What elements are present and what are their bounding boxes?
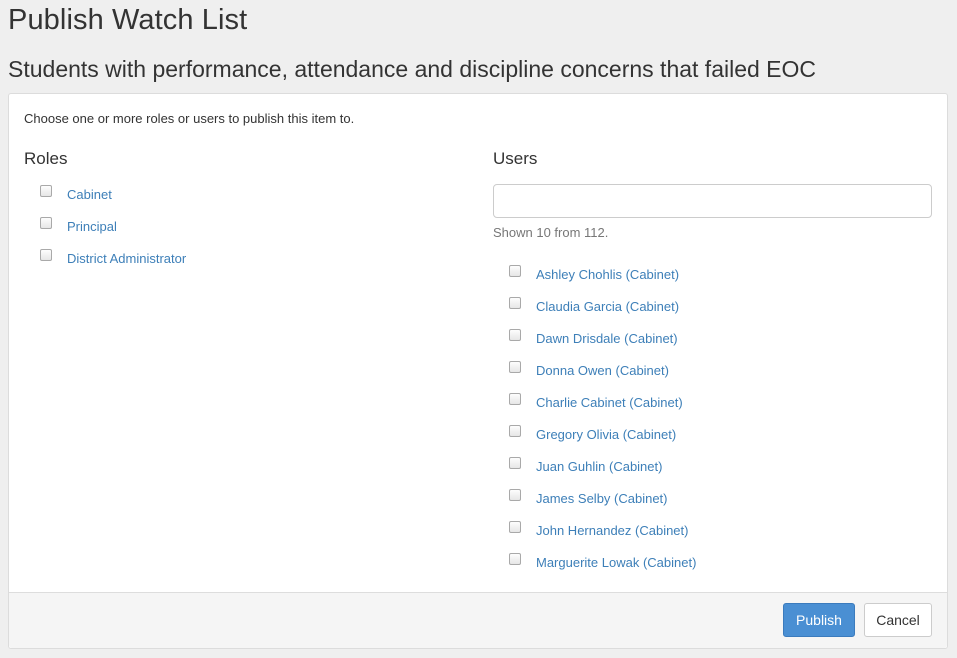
user-label[interactable]: Juan Guhlin (Cabinet): [536, 459, 662, 474]
user-label[interactable]: Marguerite Lowak (Cabinet): [536, 555, 696, 570]
user-item[interactable]: Claudia Garcia (Cabinet): [509, 296, 679, 316]
user-label[interactable]: Dawn Drisdale (Cabinet): [536, 331, 678, 346]
user-label[interactable]: Claudia Garcia (Cabinet): [536, 299, 679, 314]
user-checkbox[interactable]: [509, 425, 521, 437]
user-label[interactable]: John Hernandez (Cabinet): [536, 523, 688, 538]
users-heading: Users: [493, 149, 538, 168]
user-checkbox[interactable]: [509, 297, 521, 309]
user-label[interactable]: Charlie Cabinet (Cabinet): [536, 395, 683, 410]
user-label[interactable]: Ashley Chohlis (Cabinet): [536, 267, 679, 282]
user-item[interactable]: Marguerite Lowak (Cabinet): [509, 552, 696, 572]
shown-count-text: Shown 10 from 112.: [493, 225, 609, 240]
page-title: Publish Watch List: [8, 4, 248, 36]
role-district-administrator-label[interactable]: District Administrator: [67, 251, 186, 266]
user-label[interactable]: Gregory Olivia (Cabinet): [536, 427, 676, 442]
user-item[interactable]: Gregory Olivia (Cabinet): [509, 424, 676, 444]
user-search-input[interactable]: [493, 184, 932, 218]
publish-panel: Choose one or more roles or users to pub…: [8, 93, 948, 649]
user-item[interactable]: James Selby (Cabinet): [509, 488, 668, 508]
instructions-text: Choose one or more roles or users to pub…: [24, 111, 355, 126]
user-label[interactable]: James Selby (Cabinet): [536, 491, 668, 506]
role-principal-checkbox[interactable]: [40, 217, 52, 229]
role-cabinet-checkbox[interactable]: [40, 185, 52, 197]
user-checkbox[interactable]: [509, 553, 521, 565]
user-checkbox[interactable]: [509, 265, 521, 277]
role-cabinet-label[interactable]: Cabinet: [67, 187, 112, 202]
user-item[interactable]: Dawn Drisdale (Cabinet): [509, 328, 678, 348]
user-checkbox[interactable]: [509, 361, 521, 373]
user-item[interactable]: Charlie Cabinet (Cabinet): [509, 392, 683, 412]
page-subtitle: Students with performance, attendance an…: [8, 56, 817, 82]
user-checkbox[interactable]: [509, 521, 521, 533]
user-checkbox[interactable]: [509, 489, 521, 501]
user-item[interactable]: Juan Guhlin (Cabinet): [509, 456, 662, 476]
user-item[interactable]: John Hernandez (Cabinet): [509, 520, 688, 540]
panel-footer: Publish Cancel: [9, 592, 947, 648]
user-checkbox[interactable]: [509, 329, 521, 341]
role-district-administrator-checkbox[interactable]: [40, 249, 52, 261]
role-principal-label[interactable]: Principal: [67, 219, 117, 234]
user-item[interactable]: Ashley Chohlis (Cabinet): [509, 264, 679, 284]
publish-button[interactable]: Publish: [783, 603, 855, 637]
user-checkbox[interactable]: [509, 393, 521, 405]
user-checkbox[interactable]: [509, 457, 521, 469]
role-item-principal[interactable]: Principal: [40, 216, 117, 236]
user-item[interactable]: Donna Owen (Cabinet): [509, 360, 669, 380]
cancel-button[interactable]: Cancel: [864, 603, 932, 637]
role-item-district-administrator[interactable]: District Administrator: [40, 248, 186, 268]
roles-heading: Roles: [24, 149, 68, 168]
role-item-cabinet[interactable]: Cabinet: [40, 184, 112, 204]
user-label[interactable]: Donna Owen (Cabinet): [536, 363, 669, 378]
